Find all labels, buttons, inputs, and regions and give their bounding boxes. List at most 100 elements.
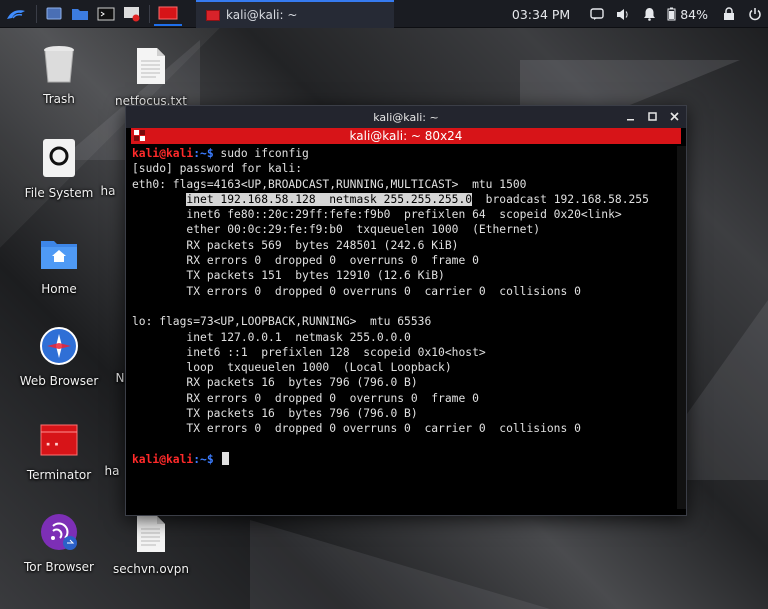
terminal-scrollbar[interactable] <box>677 146 686 509</box>
terminal-line: inet 127.0.0.1 netmask 255.0.0.0 <box>132 330 411 344</box>
desktop-icon-tor-browser[interactable]: Tor Browser <box>14 510 104 574</box>
desktop-icon-label: Home <box>41 282 77 296</box>
lock-screen-button[interactable] <box>716 0 742 28</box>
desktop-icon-netfocus-txt[interactable]: netfocus.txt <box>106 44 196 108</box>
battery-button[interactable] <box>662 0 680 28</box>
terminal-line: RX packets 16 bytes 796 (796.0 B) <box>132 376 418 390</box>
desktop-icon-label: ha <box>100 184 116 198</box>
taskbar-window-title: kali@kali: ~ <box>226 8 298 22</box>
command-text: sudo ifconfig <box>213 147 309 160</box>
prompt-path: :~$ <box>193 452 214 466</box>
prompt-path: :~$ <box>193 147 214 160</box>
taskbar-window-button[interactable]: kali@kali: ~ <box>196 0 394 28</box>
terminator-title: kali@kali: ~ 80x24 <box>349 129 463 143</box>
terminal-line: TX packets 16 bytes 796 (796.0 B) <box>132 407 418 421</box>
folder-icon <box>72 8 88 20</box>
kali-dragon-icon <box>7 9 25 19</box>
terminal-window-icon <box>206 10 220 21</box>
file-manager-launcher[interactable] <box>67 0 93 28</box>
notifications-button[interactable] <box>636 0 662 28</box>
show-desktop-button[interactable] <box>41 0 67 28</box>
text-cursor <box>222 451 230 465</box>
chat-bubble-icon <box>590 7 604 20</box>
notification-area-button[interactable] <box>584 0 610 28</box>
terminator-titlebar[interactable]: kali@kali: ~ 80x24 <box>131 128 681 144</box>
window-titlebar[interactable]: kali@kali: ~ <box>126 106 686 128</box>
svg-text:▪ ▪: ▪ ▪ <box>46 440 59 448</box>
power-icon <box>749 8 761 21</box>
terminal-group-icon <box>134 130 145 141</box>
trash-icon <box>37 42 81 86</box>
panel-separator <box>149 4 150 23</box>
terminal-line: [sudo] password for kali: <box>132 162 303 176</box>
terminal-line: TX packets 151 bytes 12910 (12.6 KiB) <box>132 269 445 283</box>
minimize-icon <box>626 118 634 120</box>
terminal-line: eth0: flags=4163<UP,BROADCAST,RUNNING,MU… <box>132 177 527 191</box>
terminal-window[interactable]: kali@kali: ~ kali@kali: ~ 80x24 kali@kal… <box>125 105 687 516</box>
line-rest: broadcast 192.168.58.255 <box>472 192 649 206</box>
desktop-icon-label: Web Browser <box>19 374 99 388</box>
desktop-icon-home[interactable]: Home <box>14 232 104 296</box>
terminal-line: ether 00:0c:29:fe:f9:b0 txqueuelen 1000 … <box>132 223 541 237</box>
desktop-icon-label: sechvn.ovpn <box>112 562 190 576</box>
desktop-icon-terminator[interactable]: ▪ ▪ Terminator <box>14 418 104 482</box>
terminal-prompt-line[interactable]: kali@kali:~$ <box>132 451 675 467</box>
close-button[interactable] <box>668 109 680 123</box>
selected-text[interactable]: inet 192.168.58.128 netmask 255.255.255.… <box>186 192 473 206</box>
drive-icon <box>37 136 81 180</box>
maximize-button[interactable] <box>646 109 658 123</box>
terminal-line-selected: inet 192.168.58.128 netmask 255.255.255.… <box>132 192 675 207</box>
lock-icon <box>724 7 734 20</box>
prompt-user: kali@kali <box>132 147 194 160</box>
prompt-user: kali@kali <box>132 452 194 466</box>
terminal-icon <box>97 7 115 20</box>
speaker-icon <box>617 8 628 20</box>
desktop-icon-sechvn-ovpn[interactable]: sechvn.ovpn <box>106 512 196 576</box>
clock[interactable]: 03:34 PM <box>512 7 570 22</box>
minimize-button[interactable] <box>624 109 636 123</box>
desktop-icon-trash[interactable]: Trash <box>14 42 104 106</box>
applications-menu-button[interactable] <box>0 0 32 28</box>
terminal-line: TX errors 0 dropped 0 overruns 0 carrier… <box>132 422 581 436</box>
terminal-line: RX errors 0 dropped 0 overruns 0 frame 0 <box>132 254 479 268</box>
desktop-icon-label: Tor Browser <box>23 560 94 574</box>
text-file-icon <box>129 44 173 88</box>
desktop-icon-label: Trash <box>43 92 75 106</box>
panel-separator <box>36 4 37 23</box>
terminal-line: lo: flags=73<UP,LOOPBACK,RUNNING> mtu 65… <box>132 315 432 329</box>
screen-recorder-icon <box>124 6 140 21</box>
screen-recorder-launcher[interactable] <box>119 0 145 28</box>
terminator-icon <box>158 6 178 19</box>
terminator-launcher[interactable] <box>154 2 182 26</box>
terminal-line <box>132 437 675 452</box>
terminal-line: loop txqueuelen 1000 (Local Loopback) <box>132 361 452 375</box>
terminal-line: RX errors 0 dropped 0 overruns 0 frame 0 <box>132 391 479 405</box>
wallpaper-shard <box>250 520 550 609</box>
desktop-icon <box>46 7 62 19</box>
desktop-icon-label: Terminator <box>26 468 92 482</box>
terminator-icon: ▪ ▪ <box>37 418 81 462</box>
maximize-icon <box>647 111 657 121</box>
terminal-output[interactable]: kali@kali:~$ sudo ifconfig [sudo] passwo… <box>131 146 675 509</box>
terminal-line: TX errors 0 dropped 0 overruns 0 carrier… <box>132 284 581 298</box>
top-panel: kali@kali: ~ 03:34 PM 84% <box>0 0 768 28</box>
desktop-icon-web-browser[interactable]: Web Browser <box>14 324 104 388</box>
terminal-launcher[interactable] <box>93 0 119 28</box>
window-title: kali@kali: ~ <box>373 110 439 124</box>
browser-icon <box>37 324 81 368</box>
desktop-icon-label: ha <box>104 464 120 478</box>
terminal-line <box>132 299 675 314</box>
bell-icon <box>643 8 655 21</box>
close-icon <box>669 111 679 121</box>
desktop-icon-partial-1[interactable]: ha <box>88 184 128 198</box>
volume-button[interactable] <box>610 0 636 28</box>
battery-percentage: 84% <box>680 6 708 22</box>
power-button[interactable] <box>742 0 768 28</box>
desktop-icon-label: N <box>115 371 125 385</box>
text-file-icon <box>129 512 173 556</box>
terminal-command-line: kali@kali:~$ sudo ifconfig <box>132 146 675 161</box>
battery-icon <box>667 7 676 21</box>
tor-browser-icon <box>37 510 81 554</box>
desktop-icon-label: File System <box>24 186 94 200</box>
